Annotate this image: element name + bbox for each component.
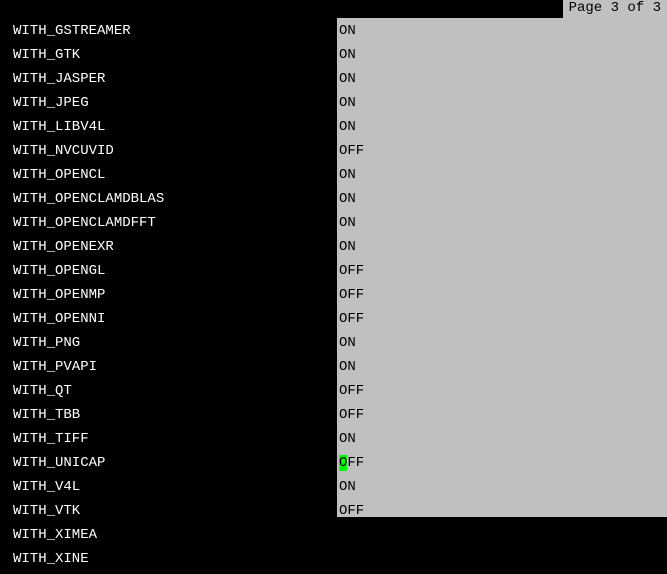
option-value-row[interactable]: ON [337, 22, 667, 46]
option-value[interactable]: ON [337, 46, 356, 64]
option-row[interactable]: WITH_XIMEA [13, 526, 337, 550]
option-value[interactable]: ON [337, 166, 356, 184]
option-label: WITH_PNG [13, 334, 80, 352]
option-label: WITH_OPENMP [13, 286, 105, 304]
option-value[interactable]: OFF [337, 550, 364, 568]
option-row[interactable]: WITH_LIBV4L [13, 118, 337, 142]
labels-column: WITH_GSTREAMER WITH_GTK WITH_JASPER WITH_JP… [0, 18, 337, 517]
option-value[interactable]: OFF [337, 526, 364, 544]
option-row[interactable]: WITH_QT [13, 382, 337, 406]
option-label: WITH_GTK [13, 46, 80, 64]
option-label: WITH_OPENGL [13, 262, 105, 280]
option-label: WITH_OPENEXR [13, 238, 114, 256]
option-value-row[interactable]: OFF [337, 142, 667, 166]
options-table: WITH_GSTREAMER WITH_GTK WITH_JASPER WITH_JP… [0, 18, 667, 517]
option-value-row[interactable]: ON [337, 70, 667, 94]
option-label: WITH_VTK [13, 502, 80, 520]
option-value-row[interactable]: ON [337, 190, 667, 214]
option-label: WITH_QT [13, 382, 72, 400]
option-label: WITH_TIFF [13, 430, 89, 448]
option-value-row[interactable]: OFF [337, 454, 667, 478]
option-value[interactable]: ON [337, 334, 356, 352]
option-value-row[interactable]: ON [337, 118, 667, 142]
option-row[interactable]: WITH_GTK [13, 46, 337, 70]
option-label: WITH_XIMEA [13, 526, 97, 544]
option-row[interactable]: WITH_V4L [13, 478, 337, 502]
option-label: WITH_PVAPI [13, 358, 97, 376]
option-row[interactable]: WITH_OPENEXR [13, 238, 337, 262]
option-label: WITH_UNICAP [13, 454, 105, 472]
option-label: WITH_JASPER [13, 70, 105, 88]
option-value-row[interactable]: ON [337, 166, 667, 190]
option-value[interactable]: ON [337, 478, 356, 496]
option-value[interactable]: OFF [337, 382, 364, 400]
option-row[interactable]: WITH_JPEG [13, 94, 337, 118]
option-value[interactable]: OFF [337, 142, 364, 160]
option-row[interactable]: WITH_TIFF [13, 430, 337, 454]
option-value[interactable]: ON [337, 430, 356, 448]
option-value[interactable]: ON [337, 22, 356, 40]
option-label: WITH_GSTREAMER [13, 22, 131, 40]
option-value-row[interactable]: OFF [337, 286, 667, 310]
option-row[interactable]: WITH_PNG [13, 334, 337, 358]
option-value-row[interactable]: OFF [337, 262, 667, 286]
option-value[interactable]: ON [337, 70, 356, 88]
option-value-row[interactable]: OFF [337, 502, 667, 526]
option-row[interactable]: WITH_OPENGL [13, 262, 337, 286]
option-label: WITH_OPENNI [13, 310, 105, 328]
option-row[interactable]: WITH_OPENCLAMDFFT [13, 214, 337, 238]
values-column: ON ON ON ON ON OFF ON ON ON ON OFF OFF OFF ON ON OFF OFF… [337, 18, 667, 517]
option-row[interactable]: WITH_TBB [13, 406, 337, 430]
option-value[interactable]: OFF [337, 454, 364, 472]
option-value[interactable]: ON [337, 190, 356, 208]
option-value-row[interactable]: ON [337, 478, 667, 502]
option-label: WITH_OPENCLAMDBLAS [13, 190, 164, 208]
option-label: WITH_OPENCLAMDFFT [13, 214, 156, 232]
option-label: WITH_XINE [13, 550, 89, 568]
option-value-row[interactable]: ON [337, 214, 667, 238]
option-row[interactable]: WITH_OPENCL [13, 166, 337, 190]
option-value-row[interactable]: OFF [337, 310, 667, 334]
option-value-row[interactable]: ON [337, 46, 667, 70]
option-value[interactable]: OFF [337, 502, 364, 520]
option-row[interactable]: WITH_GSTREAMER [13, 22, 337, 46]
option-value-row[interactable]: ON [337, 358, 667, 382]
option-row[interactable]: WITH_VTK [13, 502, 337, 526]
option-label: WITH_NVCUVID [13, 142, 114, 160]
option-value[interactable]: ON [337, 214, 356, 232]
option-row[interactable]: WITH_NVCUVID [13, 142, 337, 166]
option-value-row[interactable]: OFF [337, 382, 667, 406]
option-value[interactable]: OFF [337, 286, 364, 304]
option-label: WITH_V4L [13, 478, 80, 496]
option-value-row[interactable]: ON [337, 94, 667, 118]
option-value-row[interactable]: OFF [337, 526, 667, 550]
option-value-row[interactable]: ON [337, 334, 667, 358]
option-row[interactable]: WITH_OPENCLAMDBLAS [13, 190, 337, 214]
option-row[interactable]: WITH_UNICAP [13, 454, 337, 478]
option-row[interactable]: WITH_OPENMP [13, 286, 337, 310]
option-label: WITH_OPENCL [13, 166, 105, 184]
option-row[interactable]: WITH_OPENNI [13, 310, 337, 334]
option-row[interactable]: WITH_PVAPI [13, 358, 337, 382]
option-value[interactable]: OFF [337, 262, 364, 280]
option-value-row[interactable]: OFF [337, 406, 667, 430]
option-row[interactable]: WITH_JASPER [13, 70, 337, 94]
option-value[interactable]: ON [337, 94, 356, 112]
option-label: WITH_TBB [13, 406, 80, 424]
option-value[interactable]: ON [337, 358, 356, 376]
option-row[interactable]: WITH_XINE [13, 550, 337, 574]
option-value-row[interactable]: ON [337, 430, 667, 454]
option-value[interactable]: ON [337, 238, 356, 256]
option-label: WITH_LIBV4L [13, 118, 105, 136]
header-bar: Page 3 of 3 [0, 0, 667, 18]
option-value[interactable]: OFF [337, 406, 364, 424]
page-indicator: Page 3 of 3 [563, 0, 667, 18]
option-value[interactable]: OFF [337, 310, 364, 328]
option-value[interactable]: ON [337, 118, 356, 136]
option-value-row[interactable]: ON [337, 238, 667, 262]
option-label: WITH_JPEG [13, 94, 89, 112]
option-value-row[interactable]: OFF [337, 550, 667, 574]
